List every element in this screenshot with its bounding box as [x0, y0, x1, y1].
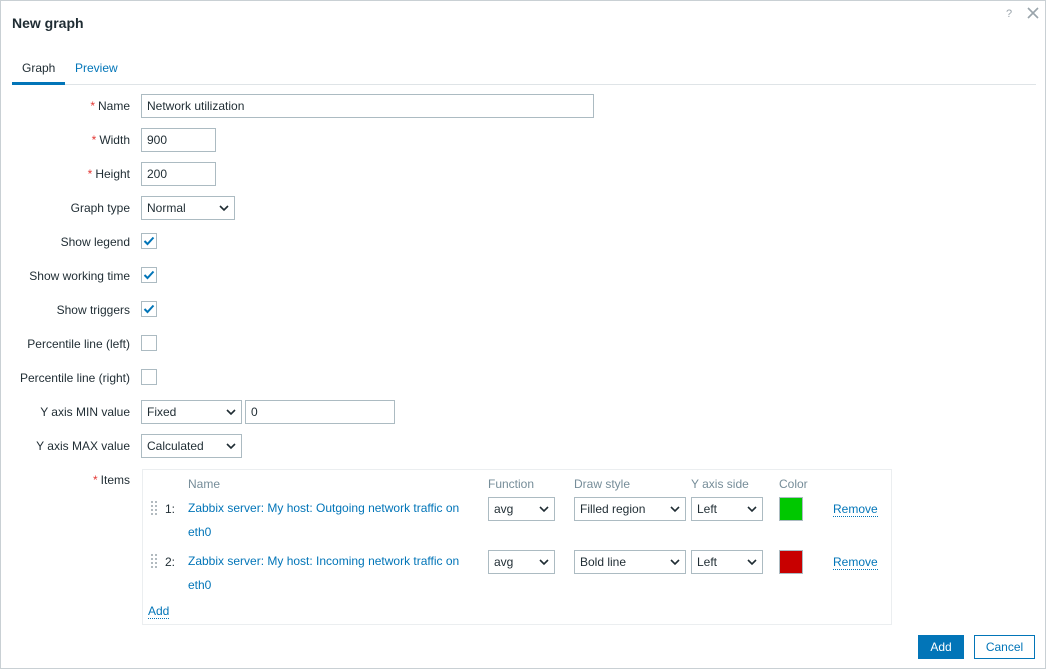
- y-min-type-select[interactable]: Fixed: [141, 400, 242, 424]
- item-number: 1:: [165, 502, 176, 516]
- item-name-link[interactable]: Zabbix server: My host: Incoming network…: [188, 549, 478, 597]
- show-working-time-label: Show working time: [29, 269, 130, 283]
- name-label-text: Name: [97, 99, 130, 113]
- check-icon: [143, 236, 155, 246]
- y-axis-side-select[interactable]: Left: [691, 550, 763, 574]
- function-select[interactable]: avg: [488, 497, 555, 521]
- show-triggers-label: Show triggers: [56, 303, 130, 317]
- header-draw-style: Draw style: [574, 477, 631, 491]
- drag-handle-icon[interactable]: [150, 553, 158, 569]
- chevron-down-icon: [670, 559, 680, 566]
- show-working-time-checkbox[interactable]: [141, 267, 157, 283]
- required-marker: *: [87, 167, 93, 181]
- required-marker: *: [92, 473, 98, 487]
- show-legend-checkbox[interactable]: [141, 233, 157, 249]
- close-icon[interactable]: [1026, 6, 1040, 20]
- item-number: 2:: [165, 555, 176, 569]
- color-swatch[interactable]: [779, 550, 803, 574]
- height-label-text: Height: [95, 167, 130, 181]
- add-button[interactable]: Add: [918, 635, 964, 659]
- percentile-left-checkbox[interactable]: [141, 335, 157, 351]
- drag-handle-icon[interactable]: [150, 500, 158, 516]
- y-min-value-input[interactable]: [245, 400, 395, 424]
- percentile-right-label: Percentile line (right): [19, 371, 130, 385]
- chevron-down-icon: [747, 506, 757, 513]
- remove-link[interactable]: Remove: [833, 502, 878, 517]
- color-swatch[interactable]: [779, 497, 803, 521]
- graph-type-label: Graph type: [70, 201, 130, 215]
- chevron-down-icon: [226, 409, 236, 416]
- header-name: Name: [188, 477, 221, 491]
- y-axis-side-value: Left: [697, 502, 718, 516]
- header-function: Function: [488, 477, 535, 491]
- remove-link[interactable]: Remove: [833, 555, 878, 570]
- graph-type-value: Normal: [147, 201, 186, 215]
- chevron-down-icon: [539, 506, 549, 513]
- check-icon: [143, 270, 155, 280]
- name-label: * Name: [90, 99, 130, 113]
- draw-style-value: Filled region: [580, 502, 646, 516]
- add-item-link[interactable]: Add: [148, 604, 170, 619]
- percentile-right-checkbox[interactable]: [141, 369, 157, 385]
- items-table: Name Function Draw style Y axis side Col…: [142, 469, 892, 625]
- item-name-line: eth0: [188, 578, 212, 592]
- draw-style-value: Bold line: [580, 555, 627, 569]
- function-value: avg: [494, 502, 514, 516]
- header-color: Color: [779, 477, 808, 491]
- show-triggers-checkbox[interactable]: [141, 301, 157, 317]
- chevron-down-icon: [670, 506, 680, 513]
- item-name-line: eth0: [188, 525, 212, 539]
- header-y-axis-side: Y axis side: [691, 477, 749, 491]
- function-value: avg: [494, 555, 514, 569]
- draw-style-select[interactable]: Bold line: [574, 550, 686, 574]
- items-label-text: Items: [100, 473, 130, 487]
- help-icon[interactable]: ?: [1006, 8, 1012, 20]
- required-marker: *: [90, 99, 95, 113]
- y-max-type-value: Calculated: [147, 439, 204, 453]
- item-name-link[interactable]: Zabbix server: My host: Outgoing network…: [188, 496, 478, 544]
- items-label: * Items: [93, 473, 130, 487]
- y-max-type-select[interactable]: Calculated: [141, 434, 242, 458]
- width-label-text: Width: [99, 133, 130, 147]
- height-label: * Height: [88, 167, 130, 181]
- cancel-button[interactable]: Cancel: [974, 635, 1035, 659]
- new-graph-dialog: New graph ? Graph Preview *Name *Width *…: [0, 0, 1046, 669]
- dialog-title: New graph: [12, 15, 84, 31]
- percentile-left-label: Percentile line (left): [27, 337, 130, 351]
- check-icon: [143, 304, 155, 314]
- y-min-label: Y axis MIN value: [40, 405, 130, 419]
- tab-graph[interactable]: Graph: [12, 54, 66, 85]
- required-marker: *: [91, 133, 97, 147]
- show-legend-label: Show legend: [60, 235, 130, 249]
- y-axis-side-select[interactable]: Left: [691, 497, 763, 521]
- item-name-line: Zabbix server: My host: Incoming network…: [188, 554, 460, 568]
- width-label: * Width: [92, 133, 130, 147]
- y-axis-side-value: Left: [697, 555, 718, 569]
- tab-bar: Graph Preview: [12, 54, 1036, 85]
- y-max-label: Y axis MAX value: [36, 439, 130, 453]
- chevron-down-icon: [539, 559, 549, 566]
- y-min-type-value: Fixed: [147, 405, 177, 419]
- chevron-down-icon: [747, 559, 757, 566]
- name-input[interactable]: [141, 94, 594, 118]
- chevron-down-icon: [226, 443, 236, 450]
- function-select[interactable]: avg: [488, 550, 555, 574]
- draw-style-select[interactable]: Filled region: [574, 497, 686, 521]
- tab-preview[interactable]: Preview: [65, 54, 128, 85]
- height-input[interactable]: [141, 162, 216, 186]
- item-name-line: Zabbix server: My host: Outgoing network…: [188, 501, 460, 515]
- graph-type-select[interactable]: Normal: [141, 196, 235, 220]
- width-input[interactable]: [141, 128, 216, 152]
- chevron-down-icon: [219, 205, 229, 212]
